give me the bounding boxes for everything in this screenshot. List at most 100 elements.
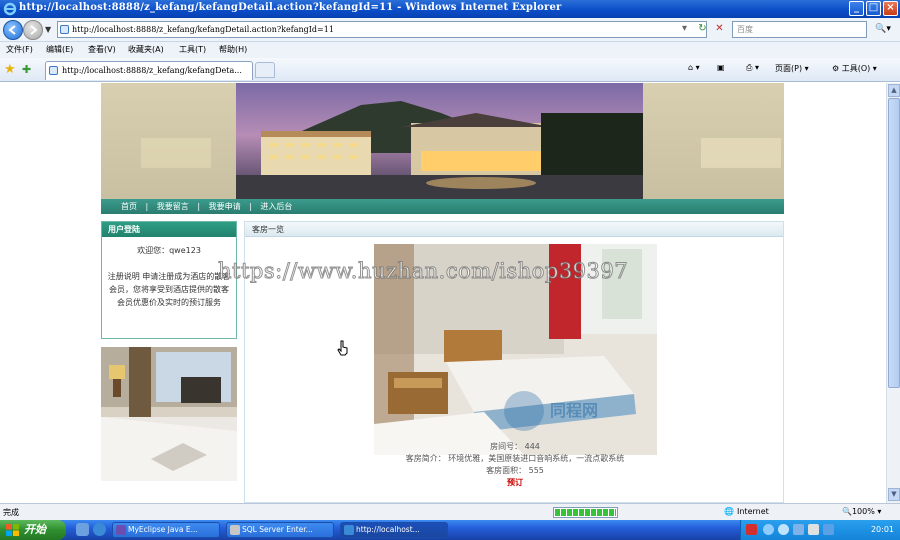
feeds-icon[interactable]: ▣ xyxy=(717,63,725,72)
room-number-value: 444 xyxy=(524,442,540,451)
taskbar-item-sql-server[interactable]: SQL Server Enter... xyxy=(226,522,334,538)
back-button[interactable] xyxy=(3,20,23,40)
zoom-value: 100% xyxy=(851,507,875,516)
progress-fill xyxy=(555,509,616,516)
scrollbar-thumb[interactable] xyxy=(888,98,900,388)
history-dropdown-icon[interactable]: ▼ xyxy=(45,25,51,34)
page-menu[interactable]: 页面(P) ▾ xyxy=(775,63,809,74)
stop-button[interactable]: ✕ xyxy=(711,21,728,38)
tools-menu[interactable]: ⚙ 工具(O) ▾ xyxy=(832,63,877,74)
add-favorites-icon[interactable]: ✚ xyxy=(22,63,31,76)
menu-tools[interactable]: 工具(T) xyxy=(179,44,206,55)
favorites-star-icon[interactable]: ★ xyxy=(4,62,16,77)
menu-favorites[interactable]: 收藏夹(A) xyxy=(128,44,164,55)
tab-row: ★ ✚ http://localhost:8888/z_kefang/kefan… xyxy=(0,58,900,82)
user-login-box: 用户登陆 欢迎您：qwe123 注册说明 申请注册成为酒店的散客会员，您将享受到… xyxy=(101,221,237,339)
room-area-value: 555 xyxy=(528,466,544,475)
volume-icon[interactable] xyxy=(808,524,819,535)
tools-menu-label: 工具(O) xyxy=(841,64,871,73)
taskbar-item-browser[interactable]: http://localhost... xyxy=(340,522,448,538)
myeclipse-icon xyxy=(116,525,126,535)
refresh-button[interactable]: ↻ xyxy=(694,21,711,38)
address-toolbar: ▼ http://localhost:8888/z_kefang/kefangD… xyxy=(0,18,900,42)
left-sidebar: 用户登陆 欢迎您：qwe123 注册说明 申请注册成为酒店的散客会员，您将享受到… xyxy=(101,221,237,481)
room-area-label: 客房面积： xyxy=(486,466,527,475)
tab-current-page[interactable]: http://localhost:8888/z_kefang/kefangDet… xyxy=(45,61,253,80)
room-intro-value: 环境优雅，美国原装进口音响系统，一流点歌系统 xyxy=(448,454,625,463)
system-tray: 20:01 xyxy=(740,520,900,540)
security-zone: Internet xyxy=(737,507,769,516)
nav-admin-link[interactable]: 进入后台 xyxy=(260,202,292,211)
page-icon xyxy=(49,66,58,75)
minimize-button[interactable]: _ xyxy=(849,1,864,16)
address-dropdown-icon[interactable]: ▾ xyxy=(676,21,693,38)
network-icon[interactable] xyxy=(793,524,804,535)
windows-logo-icon xyxy=(6,524,19,536)
home-icon[interactable]: ⌂ ▾ xyxy=(688,63,700,72)
forward-button[interactable] xyxy=(23,20,43,40)
tray-icon[interactable] xyxy=(778,524,789,535)
maximize-button[interactable]: □ xyxy=(866,1,881,16)
address-input[interactable]: http://localhost:8888/z_kefang/kefangDet… xyxy=(57,21,707,38)
room-intro-label: 客房简介： xyxy=(405,454,446,463)
vertical-scrollbar[interactable]: ▲ ▼ xyxy=(886,83,900,503)
back-arrow-icon xyxy=(8,25,16,35)
start-label: 开始 xyxy=(24,523,46,536)
tray-icon[interactable] xyxy=(763,524,774,535)
room-area-line: 客房面积： 555 xyxy=(245,465,785,476)
registration-notice: 注册说明 申请注册成为酒店的散客会员，您将享受到酒店提供的散客会员优惠价及实时的… xyxy=(107,272,231,307)
menu-view[interactable]: 查看(V) xyxy=(88,44,116,55)
room-thumbnail-image xyxy=(101,347,237,481)
clock: 20:01 xyxy=(870,525,894,534)
new-tab-button[interactable] xyxy=(255,62,275,78)
book-room-link[interactable]: 预订 xyxy=(245,477,785,488)
page-menu-label: 页面(P) xyxy=(775,64,803,73)
close-button[interactable]: × xyxy=(883,1,898,16)
forward-arrow-icon xyxy=(30,25,38,35)
nav-apply-link[interactable]: 我要申请 xyxy=(209,202,241,211)
nav-message-link[interactable]: 我要留言 xyxy=(157,202,189,211)
loading-progress-bar xyxy=(553,507,618,518)
scroll-up-icon[interactable]: ▲ xyxy=(888,84,900,97)
welcome-text: 欢迎您：qwe123 xyxy=(137,246,201,255)
windows-taskbar: 开始 MyEclipse Java E... SQL Server Enter.… xyxy=(0,520,900,540)
internet-explorer-icon xyxy=(344,525,354,535)
input-method-icon[interactable] xyxy=(746,524,757,535)
internet-zone-icon: 🌐 xyxy=(724,507,734,516)
watermark-text: https://www.huzhan.com/ishop39397 xyxy=(217,259,629,284)
tab-label: http://localhost:8888/z_kefang/kefangDet… xyxy=(62,66,242,75)
nav-separator: | xyxy=(249,202,252,211)
taskbar-item-myeclipse[interactable]: MyEclipse Java E... xyxy=(112,522,220,538)
show-desktop-icon[interactable] xyxy=(76,523,89,536)
menu-file[interactable]: 文件(F) xyxy=(6,44,33,55)
tray-icon[interactable] xyxy=(823,524,834,535)
taskbar-item-label: http://localhost... xyxy=(356,525,420,534)
page-viewport: 首页 | 我要留言 | 我要申请 | 进入后台 用户登陆 欢迎您：qwe123 … xyxy=(0,83,886,503)
page-icon xyxy=(60,25,69,34)
hotel-banner-image xyxy=(101,83,784,199)
internet-explorer-quicklaunch-icon[interactable] xyxy=(93,523,106,536)
scroll-down-icon[interactable]: ▼ xyxy=(888,488,900,501)
menu-help[interactable]: 帮助(H) xyxy=(219,44,247,55)
hand-cursor-icon xyxy=(337,340,348,356)
sql-server-icon xyxy=(230,525,240,535)
menu-bar: 文件(F) 编辑(E) 查看(V) 收藏夹(A) 工具(T) 帮助(H) xyxy=(0,42,900,58)
taskbar-item-label: MyEclipse Java E... xyxy=(128,525,198,534)
menu-edit[interactable]: 编辑(E) xyxy=(46,44,73,55)
window-title: http://localhost:8888/z_kefang/kefangDet… xyxy=(19,2,562,13)
search-input[interactable]: 百度 xyxy=(732,21,867,38)
start-button[interactable]: 开始 xyxy=(0,520,66,540)
nav-separator: | xyxy=(145,202,149,211)
internet-explorer-icon xyxy=(3,2,17,16)
print-icon[interactable]: ⎙ ▾ xyxy=(746,63,759,73)
search-icon[interactable]: 🔍▾ xyxy=(870,21,896,38)
nav-separator: | xyxy=(197,202,201,211)
site-navigation: 首页 | 我要留言 | 我要申请 | 进入后台 xyxy=(101,199,784,214)
room-number-label: 房间号： xyxy=(490,442,523,451)
room-number-line: 房间号： 444 xyxy=(245,441,785,452)
window-title-bar[interactable]: http://localhost:8888/z_kefang/kefangDet… xyxy=(0,0,900,18)
photo-logo-text: 同程网 xyxy=(550,401,598,420)
zoom-level[interactable]: 🔍100% ▾ xyxy=(842,507,881,516)
nav-home-link[interactable]: 首页 xyxy=(121,202,137,211)
room-list-heading: 客房一览 xyxy=(245,222,783,237)
